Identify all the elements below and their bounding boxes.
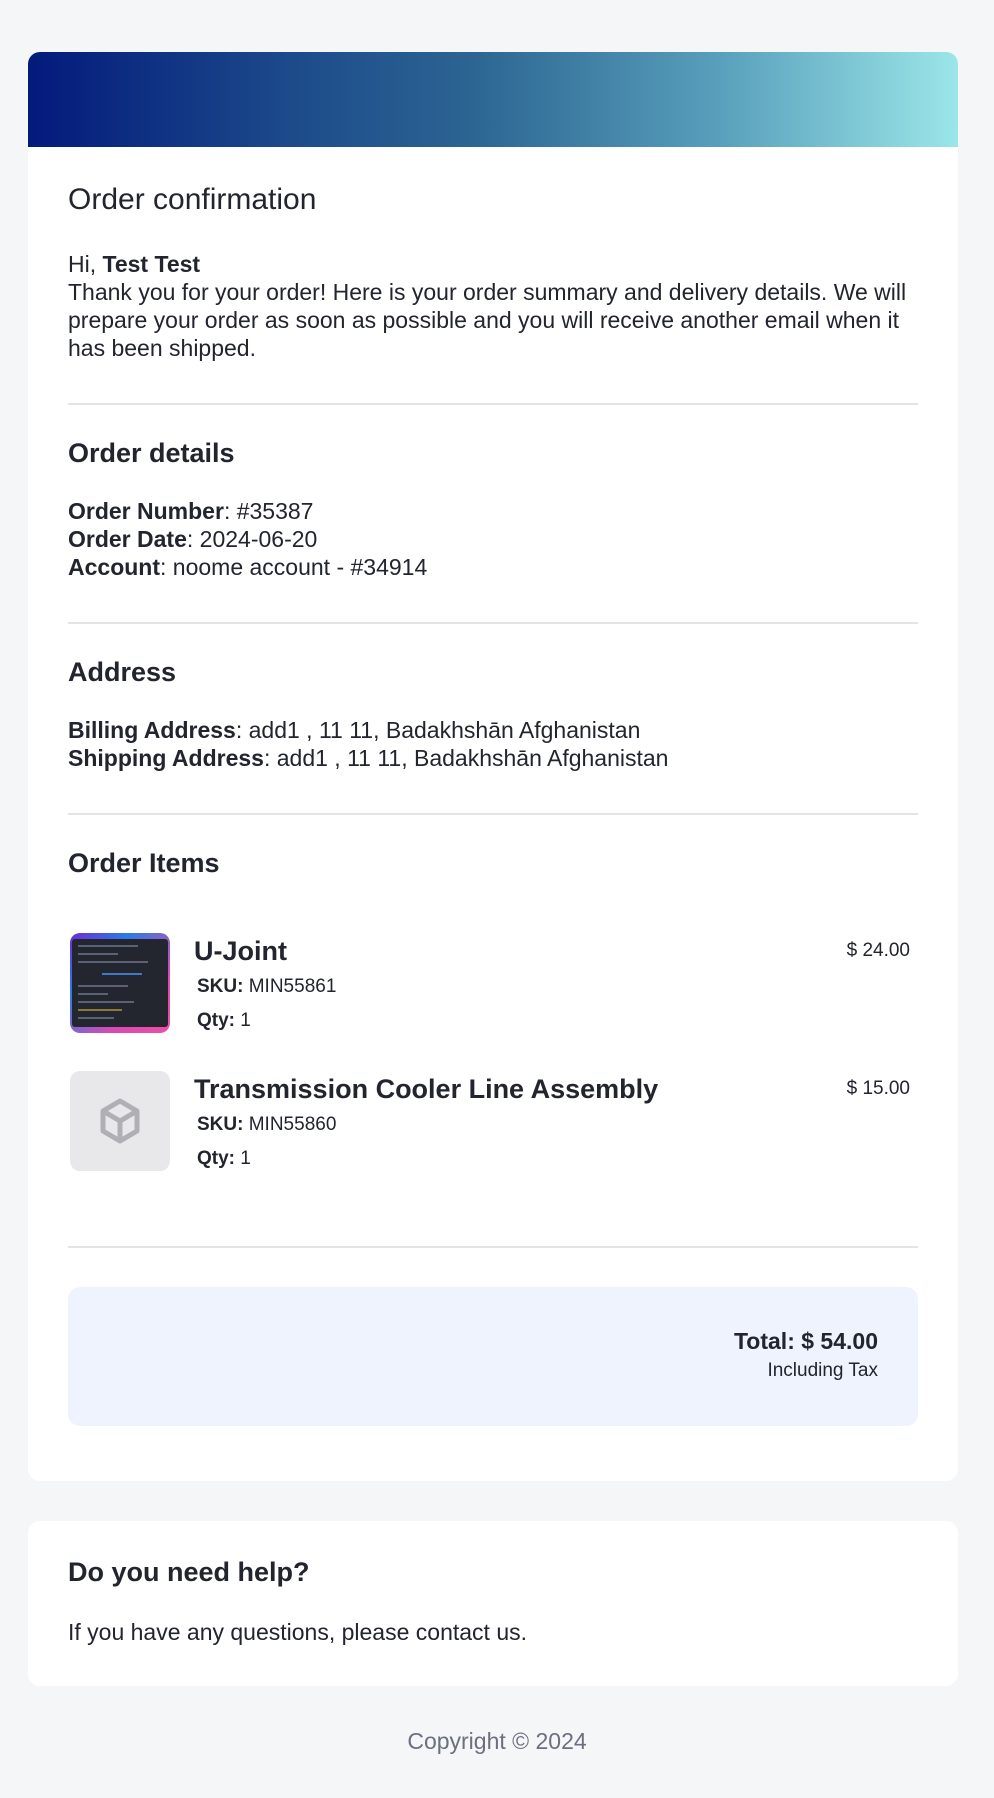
order-items-heading: Order Items — [68, 848, 220, 878]
qty-value: 1 — [240, 1010, 251, 1031]
shipping-address: Shipping Address: add1 , 11 11, Badakhsh… — [68, 744, 918, 772]
item-price: $ 15.00 — [846, 1078, 910, 1099]
order-total: Total: $ 54.00 — [733, 1328, 878, 1354]
section-divider — [68, 1246, 918, 1248]
order-items-list: U-Joint SKU: MIN55861 Qty: 1 $ 24.00 Tra… — [68, 933, 918, 1176]
sku-value: MIN55860 — [248, 1114, 337, 1135]
billing-address-label: Billing Address — [68, 717, 236, 743]
total-summary: Total: $ 54.00 Including Tax — [68, 1287, 918, 1426]
greeting-prefix: Hi, — [68, 251, 103, 277]
item-price: $ 24.00 — [846, 940, 910, 961]
sku-value: MIN55861 — [248, 976, 337, 997]
section-divider — [68, 622, 918, 624]
section-divider — [68, 813, 918, 815]
item-qty: Qty: 1 — [197, 1009, 251, 1033]
customer-name: Test Test — [102, 251, 201, 277]
item-name: Transmission Cooler Line Assembly — [194, 1074, 659, 1104]
shipping-address-value: : add1 , 11 11, Badakhshān Afghanistan — [263, 745, 669, 771]
sku-label: SKU: — [197, 976, 244, 997]
box-icon — [100, 1098, 140, 1144]
greeting: Hi, Test Test — [68, 250, 918, 278]
help-heading: Do you need help? — [68, 1557, 310, 1587]
billing-address-value: : add1 , 11 11, Badakhshān Afghanistan — [235, 717, 641, 743]
qty-value: 1 — [240, 1148, 251, 1169]
order-item: Transmission Cooler Line Assembly SKU: M… — [68, 1071, 918, 1176]
copyright: Copyright © 2024 — [407, 1728, 587, 1754]
order-item: U-Joint SKU: MIN55861 Qty: 1 $ 24.00 — [68, 933, 918, 1038]
address-heading: Address — [68, 657, 177, 687]
order-number: Order Number: #35387 — [68, 497, 918, 525]
page-title: Order confirmation — [68, 183, 317, 216]
item-name: U-Joint — [194, 936, 287, 966]
intro-message: Thank you for your order! Here is your o… — [68, 279, 907, 361]
order-confirmation-card: Order confirmation Hi, Test Test Thank y… — [28, 52, 958, 1481]
qty-label: Qty: — [197, 1010, 235, 1031]
help-text: If you have any questions, please contac… — [68, 1619, 528, 1645]
billing-address: Billing Address: add1 , 11 11, Badakhshā… — [68, 716, 918, 744]
address-details: Billing Address: add1 , 11 11, Badakhshā… — [68, 716, 918, 772]
tax-note: Including Tax — [767, 1360, 878, 1381]
item-sku: SKU: MIN55861 — [197, 975, 336, 999]
product-placeholder — [70, 1071, 170, 1171]
header-banner — [28, 52, 958, 147]
item-qty: Qty: 1 — [197, 1147, 251, 1171]
order-details-heading: Order details — [68, 438, 235, 468]
shipping-address-label: Shipping Address — [68, 745, 264, 771]
account-value: : noome account - #34914 — [160, 554, 428, 580]
qty-label: Qty: — [197, 1148, 235, 1169]
product-thumbnail — [70, 933, 170, 1033]
order-details: Order Number: #35387 Order Date: 2024-06… — [68, 497, 918, 581]
help-card: Do you need help? If you have any questi… — [28, 1521, 958, 1686]
order-date-value: : 2024-06-20 — [186, 526, 318, 552]
item-sku: SKU: MIN55860 — [197, 1113, 336, 1137]
account-label: Account — [68, 554, 160, 580]
section-divider — [68, 403, 918, 405]
order-number-label: Order Number — [68, 498, 224, 524]
order-number-value: : #35387 — [223, 498, 314, 524]
sku-label: SKU: — [197, 1114, 244, 1135]
card-content: Order confirmation Hi, Test Test Thank y… — [28, 181, 958, 1426]
account: Account: noome account - #34914 — [68, 553, 918, 581]
order-date-label: Order Date — [68, 526, 187, 552]
order-date: Order Date: 2024-06-20 — [68, 525, 918, 553]
